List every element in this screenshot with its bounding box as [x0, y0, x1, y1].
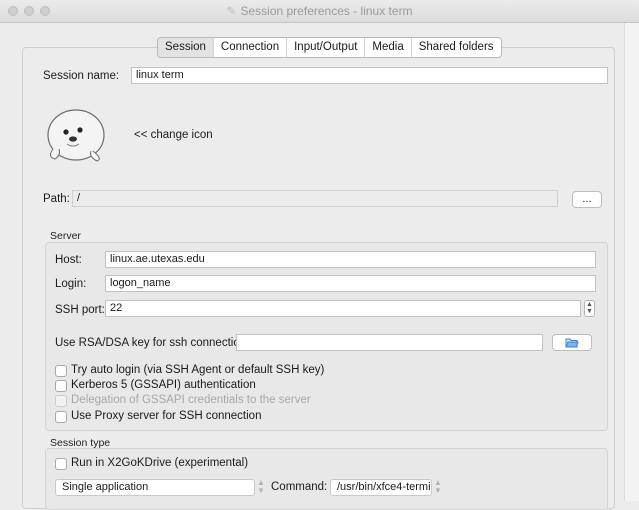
- tab-input-output[interactable]: Input/Output: [287, 38, 366, 57]
- vertical-scrollbar[interactable]: [624, 23, 639, 501]
- session-name-label: Session name:: [43, 70, 120, 82]
- window-title-wrap: ✎ Session preferences - linux term: [0, 4, 639, 18]
- ssh-port-input[interactable]: 22: [105, 300, 581, 317]
- rsa-key-label: Use RSA/DSA key for ssh connection:: [55, 337, 250, 349]
- command-select[interactable]: /usr/bin/xfce4-terminal: [330, 479, 432, 496]
- ssh-port-label: SSH port:: [55, 304, 105, 316]
- login-label: Login:: [55, 278, 87, 290]
- tab-bar: Session Connection Input/Output Media Sh…: [157, 37, 502, 58]
- seal-mascot-icon: [47, 109, 105, 162]
- session-name-input[interactable]: linux term: [131, 67, 608, 84]
- path-label: Path:: [43, 193, 70, 205]
- stepper-icon[interactable]: ▲ ▼: [584, 300, 595, 317]
- rsa-key-browse-button[interactable]: [552, 334, 592, 351]
- tab-shared-folders[interactable]: Shared folders: [412, 38, 501, 57]
- folder-open-icon: [565, 338, 579, 348]
- proxy-server-checkbox[interactable]: [55, 411, 67, 423]
- command-label: Command:: [271, 481, 328, 493]
- change-icon-button[interactable]: [43, 99, 109, 165]
- feather-icon: ✎: [226, 4, 237, 18]
- gssapi-delegation-checkbox: [55, 395, 67, 407]
- kerberos-checkbox[interactable]: [55, 380, 67, 392]
- x2godrive-checkbox[interactable]: [55, 458, 67, 470]
- host-input[interactable]: linux.ae.utexas.edu: [105, 251, 596, 268]
- gssapi-delegation-label: Delegation of GSSAPI credentials to the …: [71, 394, 311, 406]
- window-title: Session preferences - linux term: [240, 4, 413, 18]
- x2godrive-label: Run in X2GoKDrive (experimental): [71, 457, 249, 469]
- auto-login-label: Try auto login (via SSH Agent or default…: [71, 364, 325, 376]
- chevron-updown-icon[interactable]: ▲ ▼: [255, 479, 267, 496]
- tab-session[interactable]: Session: [158, 38, 214, 57]
- rsa-key-input[interactable]: [236, 334, 543, 351]
- chevron-down-icon[interactable]: ▲ ▼: [432, 479, 444, 496]
- server-group-title: Server: [50, 230, 81, 242]
- session-type-select[interactable]: Single application: [55, 479, 255, 496]
- tab-connection[interactable]: Connection: [214, 38, 288, 57]
- change-icon-label[interactable]: << change icon: [134, 129, 213, 141]
- login-input[interactable]: logon_name: [105, 275, 596, 292]
- window-titlebar: ✎ Session preferences - linux term: [0, 0, 639, 23]
- host-label: Host:: [55, 254, 82, 266]
- proxy-server-label: Use Proxy server for SSH connection: [71, 410, 262, 422]
- kerberos-label: Kerberos 5 (GSSAPI) authentication: [71, 379, 256, 391]
- browse-path-button[interactable]: ...: [572, 191, 602, 208]
- path-input[interactable]: /: [72, 190, 558, 207]
- tab-media[interactable]: Media: [365, 38, 412, 57]
- auto-login-checkbox[interactable]: [55, 365, 67, 377]
